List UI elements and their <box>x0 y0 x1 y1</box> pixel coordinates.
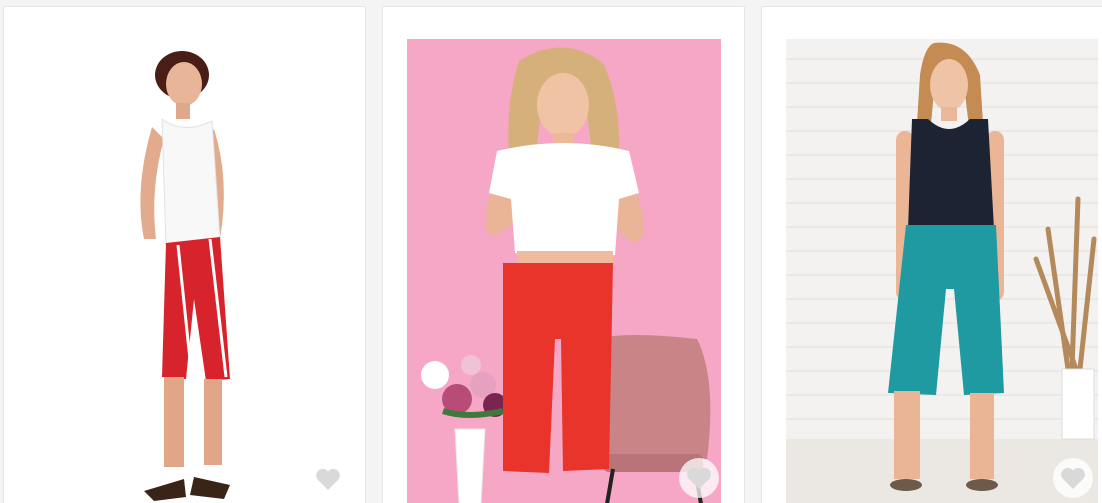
heart-icon <box>687 467 711 489</box>
product-grid <box>0 0 1102 503</box>
product-card[interactable] <box>3 6 366 503</box>
favorite-button[interactable] <box>308 459 348 499</box>
product-card[interactable] <box>382 6 745 503</box>
favorite-button[interactable] <box>1053 458 1093 498</box>
product-photo[interactable] <box>407 39 721 503</box>
product-card[interactable] <box>761 6 1102 503</box>
heart-icon <box>316 468 340 490</box>
favorite-button[interactable] <box>679 458 719 498</box>
heart-icon <box>1061 467 1085 489</box>
product-photo[interactable] <box>24 39 344 503</box>
product-photo[interactable] <box>786 39 1098 503</box>
